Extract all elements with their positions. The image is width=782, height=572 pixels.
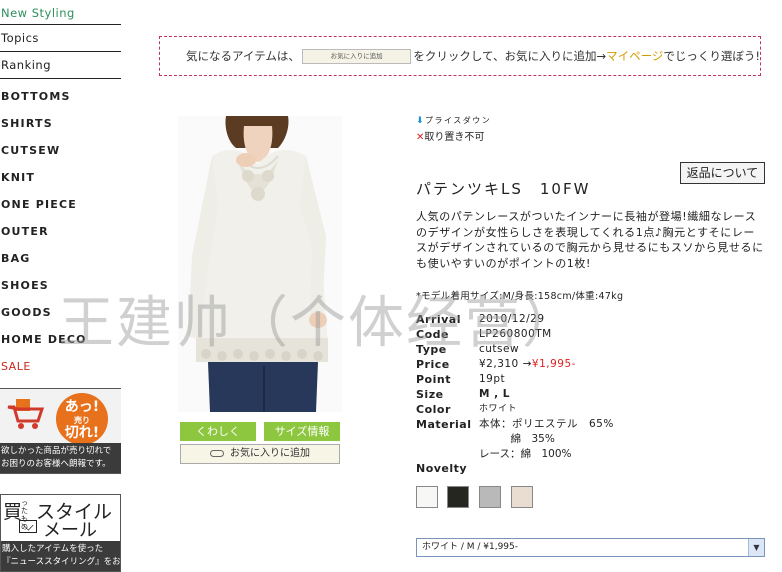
spec-label: Code xyxy=(416,328,449,341)
restock-banner[interactable]: あっ! 売り 切れ! 欲しかった商品が売り切れで お困りのお客様へ朗報です。 xyxy=(0,388,121,474)
spec-value: cutsew xyxy=(479,343,520,355)
restock-text-line2: お困りのお客様へ朗報です。 xyxy=(1,459,111,469)
spec-value: 19pt xyxy=(479,373,506,385)
spec-row-point: Point 19pt xyxy=(416,372,614,387)
variant-select[interactable]: ホワイト / M / ¥1,995- ▼ xyxy=(416,538,765,557)
nav-category-outer[interactable]: OUTER xyxy=(0,219,121,246)
spec-row-price: Price ¥2,310 → ¥1,995- xyxy=(416,357,614,372)
nav-category-cutsew[interactable]: CUTSEW xyxy=(0,138,121,165)
burst-line3: 切れ! xyxy=(64,425,100,441)
returns-button[interactable]: 返品について xyxy=(680,162,765,184)
color-swatch[interactable] xyxy=(416,486,438,508)
spec-value: 本体：ポリエステル 65% xyxy=(479,418,614,430)
novelty-label: Novelty xyxy=(416,462,468,475)
no-hold-label: 取り置き不可 xyxy=(424,132,485,143)
nav-category-bag[interactable]: BAG xyxy=(0,246,121,273)
spec-label: Price xyxy=(416,358,450,371)
original-price: ¥2,310 → xyxy=(479,358,532,370)
spec-label: Arrival xyxy=(416,313,461,326)
spec-row-code: Code LP260800TM xyxy=(416,327,614,342)
restock-banner-text: 欲しかった商品が売り切れで お困りのお客様へ朗報です。 xyxy=(0,443,121,473)
spec-row-material: Material 本体：ポリエステル 65% xyxy=(416,417,614,432)
material-line-cotton: 綿 35% xyxy=(479,433,555,445)
nav-category-shoes[interactable]: SHOES xyxy=(0,273,121,300)
spec-row-type: Type cutsew xyxy=(416,342,614,357)
restock-text-line1: 欲しかった商品が売り切れで xyxy=(1,446,112,456)
spec-value: M , L xyxy=(479,388,510,400)
spec-label: Point xyxy=(416,373,451,386)
spec-label: Material xyxy=(416,418,472,431)
color-swatch[interactable] xyxy=(479,486,501,508)
no-hold-badge: ✕取り置き不可 xyxy=(416,128,484,143)
price-down-badge: ⬇プライスダウン xyxy=(416,115,491,126)
add-favorite-button[interactable]: お気に入りに追加 xyxy=(180,444,340,464)
nav-category-goods[interactable]: GOODS xyxy=(0,300,121,327)
nav-category-shirts[interactable]: SHIRTS xyxy=(0,111,121,138)
notice-favorite-button[interactable]: お気に入りに追加 xyxy=(301,48,412,64)
mail-banner[interactable]: 買​ スタイル ったもの メール 購入したアイテムを使った 『ニューススタイリング… xyxy=(0,494,121,572)
down-arrow-icon: ⬇ xyxy=(416,116,426,126)
notice-text-before: 気になるアイテムは、 xyxy=(186,49,300,63)
paperclip-icon xyxy=(210,449,224,457)
product-photo[interactable] xyxy=(178,116,342,412)
envelope-icon xyxy=(19,520,37,533)
chevron-down-icon[interactable]: ▼ xyxy=(748,539,764,556)
spec-row-color: Color ホワイト xyxy=(416,402,614,417)
detail-button[interactable]: くわしく xyxy=(180,422,256,441)
spec-value: 2010/12/29 xyxy=(479,313,545,325)
nav-sale[interactable]: SALE xyxy=(0,354,121,381)
add-favorite-label: お気に入りに追加 xyxy=(230,448,310,459)
spec-row-arrival: Arrival 2010/12/29 xyxy=(416,312,614,327)
mail-banner-word: メール xyxy=(43,520,97,541)
cart-icon xyxy=(7,399,45,429)
spec-label: Size xyxy=(416,388,444,401)
notice-text-after: でじっくり選ぼう! xyxy=(663,49,760,63)
color-swatch[interactable] xyxy=(447,486,469,508)
mail-banner-text: 購入したアイテムを使った 『ニューススタイリング』をお届け! xyxy=(1,541,121,571)
notice-text-middle: をクリックして、お気に入りに追加→ xyxy=(413,49,607,63)
spec-label: Color xyxy=(416,403,451,416)
nav-new-styling[interactable]: New Styling xyxy=(0,0,121,25)
mail-text-line1: 購入したアイテムを使った xyxy=(2,544,104,554)
favorite-notice: 気になるアイテムは、 お気に入りに追加 をクリックして、お気に入りに追加→ マイ… xyxy=(159,36,761,76)
nav-topics[interactable]: Topics xyxy=(0,25,121,52)
sold-out-burst: あっ! 売り 切れ! xyxy=(56,393,108,445)
size-info-button[interactable]: サイズ情報 xyxy=(264,422,340,441)
spec-value: ホワイト xyxy=(479,404,518,414)
spec-value: LP260800TM xyxy=(479,328,552,340)
sale-price: ¥1,995- xyxy=(531,358,576,370)
mail-text-line2: 『ニューススタイリング』をお届け! xyxy=(2,557,121,567)
model-photo-illustration xyxy=(178,116,342,412)
material-line-lace: レース：綿 100% xyxy=(479,448,572,460)
product-description: 人気のパテンレースがついたインナーに長袖が登場!繊細なレースのデザインが女性らし… xyxy=(416,210,764,270)
price-down-label: プライスダウン xyxy=(425,116,492,125)
model-size-info: *モデル着用サイズ:M/身長:158cm/体重:47kg xyxy=(416,291,624,302)
nav-category-one-piece[interactable]: ONE PIECE xyxy=(0,192,121,219)
variant-selected-value: ホワイト / M / ¥1,995- xyxy=(422,542,519,552)
spec-label: Type xyxy=(416,343,447,356)
nav-category-bottoms[interactable]: BOTTOMS xyxy=(0,84,121,111)
sidebar: New Styling Topics Ranking BOTTOMS SHIRT… xyxy=(0,0,121,381)
spec-table: Arrival 2010/12/29 Code LP260800TM Type cut… xyxy=(416,312,614,462)
nav-category-knit[interactable]: KNIT xyxy=(0,165,121,192)
nav-category-home-deco[interactable]: HOME DECO xyxy=(0,327,121,354)
mypage-link[interactable]: マイページ xyxy=(606,48,663,64)
color-swatch[interactable] xyxy=(511,486,533,508)
product-title: パテンツキLS 10FW xyxy=(416,180,591,198)
burst-line1: あっ! xyxy=(64,399,100,415)
nav-ranking[interactable]: Ranking xyxy=(0,52,121,79)
spec-row-size: Size M , L xyxy=(416,387,614,402)
